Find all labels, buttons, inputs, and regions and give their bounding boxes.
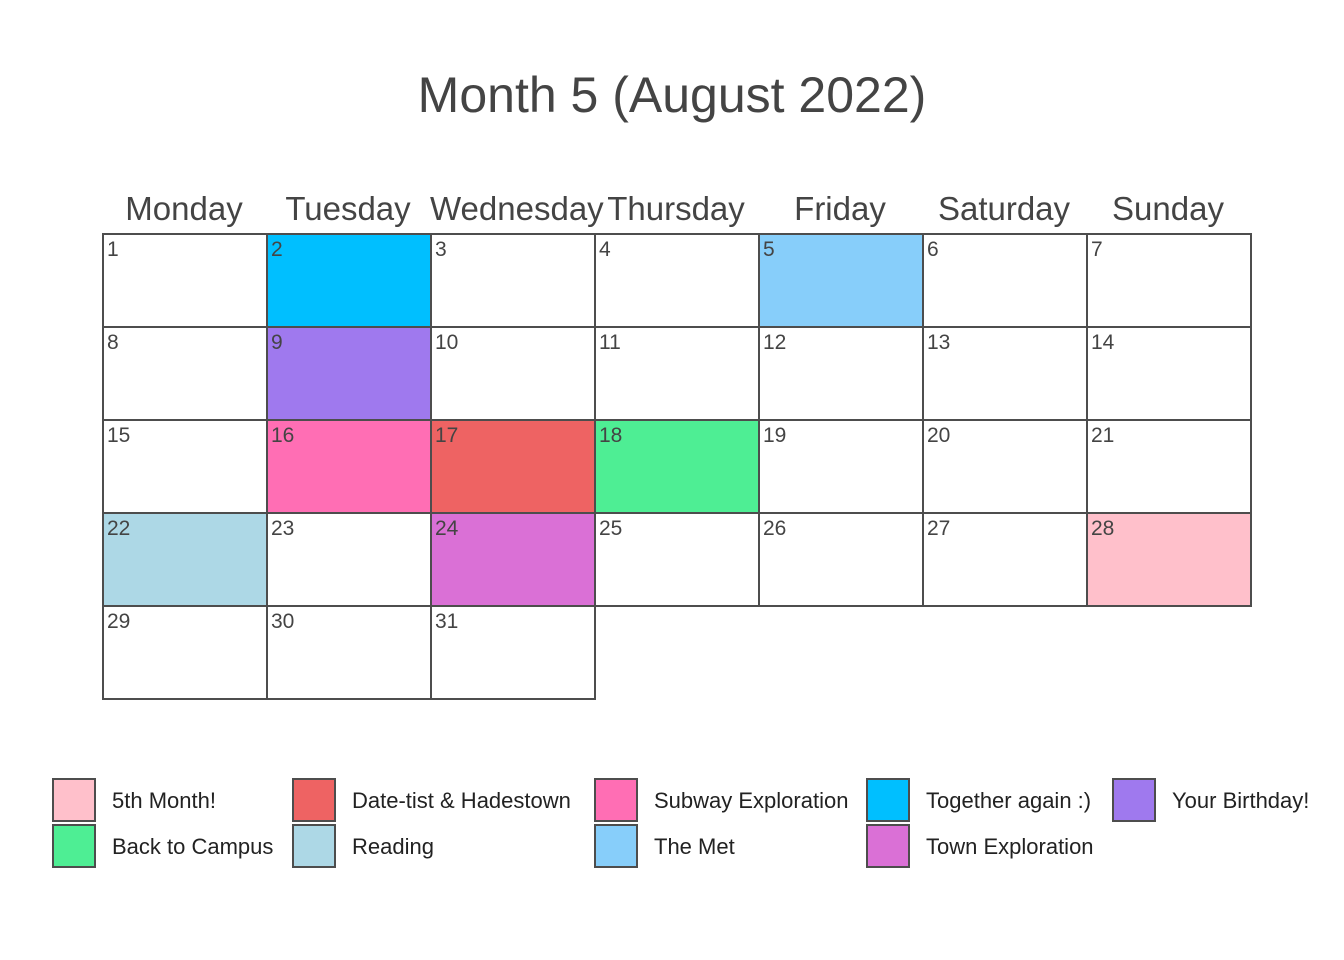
- day-cell-25: 25: [594, 512, 760, 607]
- weekday-sunday: Sunday: [1112, 190, 1224, 227]
- day-cell-8: 8: [102, 326, 268, 421]
- day-cell-4: 4: [594, 233, 760, 328]
- day-cell-24: 24: [430, 512, 596, 607]
- legend-label: 5th Month!: [112, 788, 216, 813]
- weekday-friday: Friday: [794, 190, 886, 227]
- day-cell-28: 28: [1086, 512, 1252, 607]
- day-number: 31: [435, 610, 459, 633]
- calendar-title: Month 5 (August 2022): [417, 67, 927, 123]
- day-number: 22: [107, 517, 131, 540]
- day-number: 10: [435, 331, 459, 354]
- day-number: 5: [763, 238, 775, 261]
- day-number: 16: [271, 424, 295, 447]
- day-cell-27: 27: [922, 512, 1088, 607]
- legend-swatch: [866, 824, 910, 868]
- day-number: 4: [599, 238, 611, 261]
- day-cell-10: 10: [430, 326, 596, 421]
- legend-swatch: [52, 824, 96, 868]
- day-cell-12: 12: [758, 326, 924, 421]
- day-cell-18: 18: [594, 419, 760, 514]
- day-cell-1: 1: [102, 233, 268, 328]
- day-cell-31: 31: [430, 605, 596, 700]
- legend-swatch: [292, 778, 336, 822]
- day-number: 2: [271, 238, 283, 261]
- day-cell-3: 3: [430, 233, 596, 328]
- day-cell-9: 9: [266, 326, 432, 421]
- day-number: 7: [1091, 238, 1103, 261]
- day-cell-29: 29: [102, 605, 268, 700]
- weekday-wednesday: Wednesday: [430, 190, 604, 227]
- legend-label: Back to Campus: [112, 834, 274, 859]
- day-number: 15: [107, 424, 131, 447]
- day-cell-21: 21: [1086, 419, 1252, 514]
- day-number: 11: [599, 331, 621, 354]
- day-cell-22: 22: [102, 512, 268, 607]
- day-number: 21: [1091, 424, 1115, 447]
- day-cell-7: 7: [1086, 233, 1252, 328]
- legend-swatch: [594, 778, 638, 822]
- day-cell-30: 30: [266, 605, 432, 700]
- legend-swatch: [292, 824, 336, 868]
- day-cell-5: 5: [758, 233, 924, 328]
- day-number: 1: [107, 238, 119, 261]
- day-number: 30: [271, 610, 295, 633]
- day-number: 20: [927, 424, 951, 447]
- legend-label: Together again :): [926, 788, 1092, 813]
- legend-label: Subway Exploration: [654, 788, 849, 813]
- legend-label: The Met: [654, 834, 735, 859]
- day-number: 12: [763, 331, 787, 354]
- day-cell-19: 19: [758, 419, 924, 514]
- day-number: 24: [435, 517, 459, 540]
- day-number: 29: [107, 610, 131, 633]
- day-number: 18: [599, 424, 623, 447]
- legend-swatch: [52, 778, 96, 822]
- legend-label: Reading: [352, 834, 434, 859]
- day-cell-13: 13: [922, 326, 1088, 421]
- day-cell-2: 2: [266, 233, 432, 328]
- day-cell-6: 6: [922, 233, 1088, 328]
- weekday-header: Monday Tuesday Wednesday Thursday Friday…: [102, 190, 1250, 234]
- legend-label: Your Birthday!: [1172, 788, 1310, 813]
- legend-label: Date-tist & Hadestown: [352, 788, 571, 813]
- weekday-monday: Monday: [125, 190, 243, 227]
- day-cell-17: 17: [430, 419, 596, 514]
- day-number: 23: [271, 517, 295, 540]
- day-number: 26: [763, 517, 787, 540]
- day-number: 3: [435, 238, 447, 261]
- day-cell-14: 14: [1086, 326, 1252, 421]
- legend-swatch: [1112, 778, 1156, 822]
- day-number: 19: [763, 424, 787, 447]
- day-number: 14: [1091, 331, 1115, 354]
- day-cell-15: 15: [102, 419, 268, 514]
- day-number: 27: [927, 517, 951, 540]
- weekday-tuesday: Tuesday: [285, 190, 411, 227]
- day-number: 17: [435, 424, 459, 447]
- weekday-saturday: Saturday: [937, 190, 1071, 227]
- legend-label: Town Exploration: [926, 834, 1094, 859]
- day-cell-20: 20: [922, 419, 1088, 514]
- day-cell-11: 11: [594, 326, 760, 421]
- day-number: 13: [927, 331, 951, 354]
- day-number: 28: [1091, 517, 1115, 540]
- day-cell-16: 16: [266, 419, 432, 514]
- legend-swatch: [594, 824, 638, 868]
- day-number: 9: [271, 331, 283, 354]
- legend-swatch: [866, 778, 910, 822]
- day-cell-26: 26: [758, 512, 924, 607]
- day-cell-23: 23: [266, 512, 432, 607]
- calendar-grid: 1 2 3 4 5 6 7 8 9 10 11 12 13 14 15 16 17 18 19 20 21 22 23 24 2…: [102, 233, 1252, 700]
- day-number: 8: [107, 331, 119, 354]
- day-number: 25: [599, 517, 623, 540]
- weekday-thursday: Thursday: [607, 190, 745, 227]
- day-number: 6: [927, 238, 939, 261]
